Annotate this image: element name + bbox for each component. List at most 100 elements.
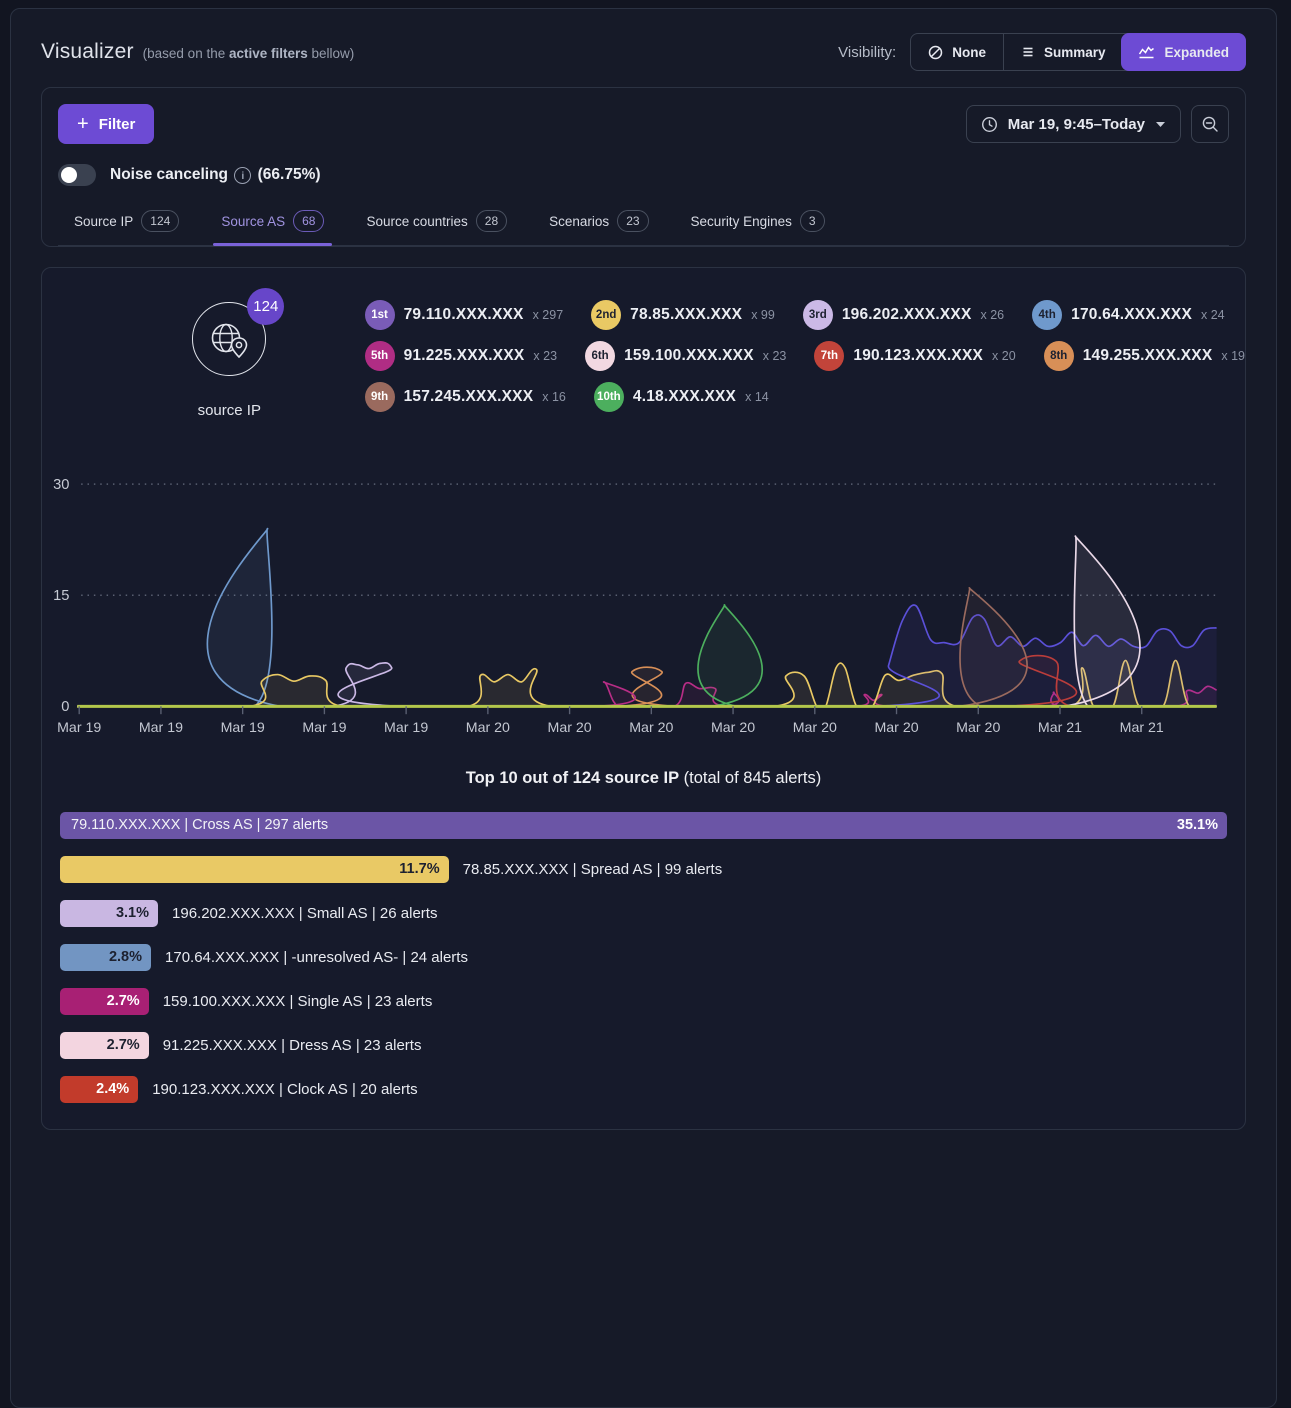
legend-count: x 19 xyxy=(1221,349,1245,363)
visibility-segmented-control: None Summary Expanded xyxy=(910,33,1246,71)
y-axis-label: 0 xyxy=(61,699,69,715)
rank-badge: 3rd xyxy=(803,300,833,330)
legend-item-196-202-xxx-xxx[interactable]: 3rd196.202.XXX.XXXx 26 xyxy=(803,300,1004,330)
legend-ip: 159.100.XXX.XXX xyxy=(624,347,754,365)
search-button[interactable] xyxy=(1191,105,1229,143)
legend-count: x 16 xyxy=(542,390,566,404)
tab-label: Security Engines xyxy=(691,214,792,229)
tab-label: Source countries xyxy=(366,214,467,229)
tab-count-badge: 28 xyxy=(476,210,507,232)
x-axis-label: Mar 19 xyxy=(302,720,346,736)
bar-label: 78.85.XXX.XXX | Spread AS | 99 alerts xyxy=(463,861,723,878)
breakdown-bar[interactable]: 2.8% xyxy=(60,944,151,971)
breakdown-bar[interactable]: 2.7% xyxy=(60,988,149,1015)
legend-item-190-123-xxx-xxx[interactable]: 7th190.123.XXX.XXXx 20 xyxy=(814,341,1015,371)
tab-label: Source IP xyxy=(74,214,133,229)
tab-scenarios[interactable]: Scenarios23 xyxy=(547,202,650,245)
breakdown-bar[interactable]: 79.110.XXX.XXX | Cross AS | 297 alerts 35… xyxy=(60,812,1227,839)
legend-ip: 91.225.XXX.XXX xyxy=(404,347,525,365)
x-axis-label: Mar 20 xyxy=(874,720,918,736)
bar-percentage: 2.7% xyxy=(107,993,140,1009)
legend-count: x 14 xyxy=(745,390,769,404)
x-axis-label: Mar 20 xyxy=(956,720,1000,736)
visibility-option-expanded[interactable]: Expanded xyxy=(1121,33,1246,71)
noise-canceling-value: (66.75%) xyxy=(258,166,321,183)
clock-icon xyxy=(981,116,998,133)
visibility-label: Visibility: xyxy=(838,44,896,61)
bar-percentage: 2.8% xyxy=(109,949,142,965)
info-icon[interactable]: i xyxy=(234,167,251,184)
legend-item-157-245-xxx-xxx[interactable]: 9th 157.245.XXX.XXX x 16 xyxy=(365,382,566,412)
legend-item-78-85-xxx-xxx[interactable]: 2nd78.85.XXX.XXXx 99 xyxy=(591,300,775,330)
breakdown-row: 3.1% 196.202.XXX.XXX | Small AS | 26 aler… xyxy=(60,900,1227,927)
legend-count: x 26 xyxy=(981,308,1005,322)
x-axis-label: Mar 19 xyxy=(57,720,101,736)
legend-ip: 79.110.XXX.XXX xyxy=(404,306,524,324)
legend-item-91-225-xxx-xxx[interactable]: 5th91.225.XXX.XXXx 23 xyxy=(365,341,558,371)
tab-label: Scenarios xyxy=(549,214,609,229)
add-filter-button[interactable]: + Filter xyxy=(58,104,154,144)
rank-badge: 4th xyxy=(1032,300,1062,330)
visibility-option-summary[interactable]: Summary xyxy=(1003,34,1123,70)
bar-label: 196.202.XXX.XXX | Small AS | 26 alerts xyxy=(172,905,437,922)
chart-summary: 124 source IP 1st 79.110.XXX.XXX x 297 2nd7… xyxy=(42,288,1245,419)
breakdown-bar[interactable]: 2.4% xyxy=(60,1076,138,1103)
visibility-option-none[interactable]: None xyxy=(911,34,1003,70)
breakdown-bar[interactable]: 3.1% xyxy=(60,900,158,927)
top-ip-legend: 1st 79.110.XXX.XXX x 297 2nd78.85.XXX.XXXx … xyxy=(365,288,1245,412)
x-axis-label: Mar 20 xyxy=(466,720,510,736)
toggle-knob xyxy=(61,167,77,183)
breakdown-row: 2.7%159.100.XXX.XXX | Single AS | 23 ale… xyxy=(60,988,1227,1015)
tab-count-badge: 3 xyxy=(800,210,825,232)
zoom-out-icon xyxy=(1201,115,1220,134)
bar-percentage: 35.1% xyxy=(1177,817,1218,833)
date-range-label: Mar 19, 9:45–Today xyxy=(1008,116,1145,133)
bar-label: 170.64.XXX.XXX | -unresolved AS- | 24 al… xyxy=(165,949,468,966)
legend-count: x 297 xyxy=(533,308,564,322)
legend-ip: 170.64.XXX.XXX xyxy=(1071,306,1192,324)
line-chart-icon xyxy=(1138,45,1155,59)
breakdown-bars: 79.110.XXX.XXX | Cross AS | 297 alerts 35… xyxy=(42,812,1245,1103)
legend-ip: 149.255.XXX.XXX xyxy=(1083,347,1213,365)
legend-count: x 20 xyxy=(992,349,1016,363)
rank-badge: 8th xyxy=(1044,341,1074,371)
tab-count-badge: 124 xyxy=(141,210,179,232)
header: Visualizer (based on the active filters … xyxy=(11,9,1276,83)
x-axis-label: Mar 20 xyxy=(629,720,673,736)
breakdown-row: 11.7% 78.85.XXX.XXX | Spread AS | 99 aler… xyxy=(60,856,1227,883)
entity-count-badge: 124 xyxy=(247,288,284,325)
date-range-button[interactable]: Mar 19, 9:45–Today xyxy=(966,105,1181,143)
breakdown-row: 79.110.XXX.XXX | Cross AS | 297 alerts 35… xyxy=(60,812,1227,839)
legend-count: x 23 xyxy=(533,349,557,363)
legend-item-170-64-xxx-xxx[interactable]: 4th170.64.XXX.XXXx 24 xyxy=(1032,300,1225,330)
tab-label: Source AS xyxy=(221,214,285,229)
x-axis-label: Mar 20 xyxy=(793,720,837,736)
tab-security-engines[interactable]: Security Engines 3 xyxy=(689,202,827,245)
legend-item-79-110-xxx-xxx[interactable]: 1st 79.110.XXX.XXX x 297 xyxy=(365,300,564,330)
tab-source-countries[interactable]: Source countries 28 xyxy=(364,202,509,245)
bar-label: 190.123.XXX.XXX | Clock AS | 20 alerts xyxy=(152,1081,417,1098)
tab-source-as[interactable]: Source AS68 xyxy=(219,202,326,245)
breakdown-row: 2.7% 91.225.XXX.XXX | Dress AS | 23 alert… xyxy=(60,1032,1227,1059)
breakdown-title: Top 10 out of 124 source IP (total of 84… xyxy=(42,769,1245,788)
breakdown-bar[interactable]: 2.7% xyxy=(60,1032,149,1059)
legend-ip: 157.245.XXX.XXX xyxy=(404,388,534,406)
noise-canceling-toggle[interactable] xyxy=(58,164,96,186)
legend-ip: 190.123.XXX.XXX xyxy=(853,347,983,365)
tab-source-ip[interactable]: Source IP 124 xyxy=(72,202,181,245)
breakdown-bar[interactable]: 11.7% xyxy=(60,856,449,883)
legend-item-159-100-xxx-xxx[interactable]: 6th159.100.XXX.XXXx 23 xyxy=(585,341,786,371)
x-axis-label: Mar 19 xyxy=(139,720,183,736)
timeline-chart: 01530Mar 19Mar 19Mar 19Mar 19Mar 19Mar 2… xyxy=(42,445,1245,741)
rank-badge: 1st xyxy=(365,300,395,330)
legend-ip: 78.85.XXX.XXX xyxy=(630,306,742,324)
rank-badge: 9th xyxy=(365,382,395,412)
rank-badge: 10th xyxy=(594,382,624,412)
legend-item-149-255-xxx-xxx[interactable]: 8th 149.255.XXX.XXX x 19 xyxy=(1044,341,1245,371)
bar-label: 91.225.XXX.XXX | Dress AS | 23 alerts xyxy=(163,1037,422,1054)
bar-label: 79.110.XXX.XXX | Cross AS | 297 alerts xyxy=(71,817,328,833)
x-axis-label: Mar 20 xyxy=(548,720,592,736)
legend-count: x 23 xyxy=(763,349,787,363)
legend-item-4-18-xxx-xxx[interactable]: 10th4.18.XXX.XXXx 14 xyxy=(594,382,769,412)
entity-block: 124 source IP xyxy=(172,288,287,419)
